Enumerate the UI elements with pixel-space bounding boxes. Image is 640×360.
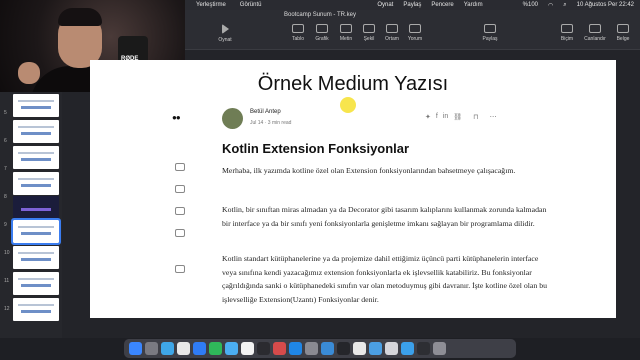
paragraph: Kotlin standart kütüphanelerine ya da pr… (222, 254, 548, 304)
medium-logo: ●● (172, 113, 181, 122)
share-icon (484, 24, 496, 33)
menu-play[interactable]: Oynat (377, 2, 393, 8)
slide-thumbnail[interactable] (13, 298, 59, 321)
post-date: Jul 14 (250, 120, 264, 126)
animate-icon (589, 24, 601, 33)
play-button[interactable]: Oynat (212, 24, 238, 43)
menu-insert[interactable]: Yerleştirme (196, 2, 226, 8)
format-icon (561, 24, 573, 33)
mail-icon[interactable] (225, 342, 238, 355)
terminal-icon[interactable] (257, 342, 270, 355)
facetime-icon[interactable] (209, 342, 222, 355)
stories-icon[interactable] (175, 229, 185, 237)
slide-thumbnail-selected[interactable] (11, 218, 61, 245)
menu-help[interactable]: Yardım (464, 2, 483, 8)
menu-share[interactable]: Paylaş (403, 2, 421, 8)
comment-icon (409, 24, 421, 33)
slide-number: 10 (4, 250, 10, 256)
keynote-icon[interactable] (321, 342, 334, 355)
shape-icon (363, 24, 375, 33)
app-icon[interactable] (417, 342, 430, 355)
chart-button[interactable]: Grafik (309, 24, 335, 42)
more-icon[interactable]: ⋯ (490, 113, 497, 121)
slide-number: 8 (4, 194, 7, 200)
finder-icon[interactable] (129, 342, 142, 355)
slide-thumbnail[interactable] (13, 94, 59, 117)
twitter-icon[interactable]: ✦ (425, 113, 431, 121)
notifications-icon[interactable] (175, 185, 185, 193)
slide-number: 6 (4, 138, 7, 144)
paragraph: Merhaba, ilk yazımda kotline özel olan E… (222, 166, 516, 175)
write-icon[interactable] (175, 265, 185, 273)
app-icon[interactable] (337, 342, 350, 355)
home-icon[interactable] (175, 163, 185, 171)
format-button[interactable]: Biçim (554, 24, 580, 42)
document-icon (617, 24, 629, 33)
facebook-icon[interactable]: f (436, 113, 438, 121)
slide-thumbnail[interactable] (13, 172, 59, 195)
app-icon[interactable] (385, 342, 398, 355)
author-name: Betül Antep (250, 109, 281, 115)
calendar-icon[interactable] (241, 342, 254, 355)
share-button[interactable]: Paylaş (477, 24, 503, 42)
app-icon[interactable] (353, 342, 366, 355)
app-icon[interactable] (369, 342, 382, 355)
wifi-icon[interactable]: ◠ (548, 2, 553, 9)
table-icon (292, 24, 304, 33)
slide-thumbnail[interactable] (13, 120, 59, 143)
music-icon[interactable] (273, 342, 286, 355)
slide-title: Örnek Medium Yazısı (257, 73, 449, 95)
paragraph: Kotlin, bir sınıftan miras almadan ya da… (222, 205, 547, 228)
slide-number: 9 (4, 222, 7, 228)
slide-thumbnail[interactable] (13, 272, 59, 295)
cursor-highlight (340, 97, 356, 113)
slide-number: 12 (4, 306, 10, 312)
document-button[interactable]: Belge (610, 24, 636, 42)
chart-icon (316, 24, 328, 33)
slide-number: 7 (4, 166, 7, 172)
read-time: 3 min read (267, 120, 292, 126)
appstore-icon[interactable] (289, 342, 302, 355)
article-heading: Kotlin Extension Fonksiyonlar (222, 141, 410, 156)
battery-percent: %100 (522, 2, 538, 8)
bookmarks-icon[interactable] (175, 207, 185, 215)
slide-number: 11 (4, 278, 10, 284)
slide-thumbnail[interactable] (13, 146, 59, 169)
slide-thumbnail[interactable] (13, 196, 59, 219)
launchpad-icon[interactable] (145, 342, 158, 355)
media-icon (386, 24, 398, 33)
share-icons: ✦ f in ⛓ ⊓ ⋯ (425, 113, 497, 121)
slide-navigator: 5 6 7 8 9 10 11 12 (0, 92, 62, 338)
trash-icon[interactable] (433, 342, 446, 355)
dock (124, 339, 516, 358)
slide-number: 5 (4, 110, 7, 116)
animate-button[interactable]: Canlandır (582, 24, 608, 42)
text-icon (340, 24, 352, 33)
comment-button[interactable]: Yorum (402, 24, 428, 42)
settings-icon[interactable] (305, 342, 318, 355)
safari-icon[interactable] (161, 342, 174, 355)
messages-icon[interactable] (193, 342, 206, 355)
link-icon[interactable]: ⛓ (453, 113, 462, 121)
chrome-icon[interactable] (177, 342, 190, 355)
app-icon[interactable] (401, 342, 414, 355)
search-icon[interactable]: ⌕ (563, 2, 566, 9)
menu-view[interactable]: Görüntü (240, 2, 262, 8)
play-icon (221, 24, 229, 34)
table-button[interactable]: Tablo (285, 24, 311, 42)
menu-window[interactable]: Pencere (431, 2, 453, 8)
linkedin-icon[interactable]: in (443, 113, 448, 121)
clock[interactable]: 10 Ağustos Per 22:42 (577, 2, 634, 8)
avatar (222, 108, 243, 129)
slide-thumbnail[interactable] (13, 246, 59, 269)
post-meta: Jul 14 · 3 min read (250, 120, 292, 126)
bookmark-icon[interactable]: ⊓ (473, 113, 478, 121)
